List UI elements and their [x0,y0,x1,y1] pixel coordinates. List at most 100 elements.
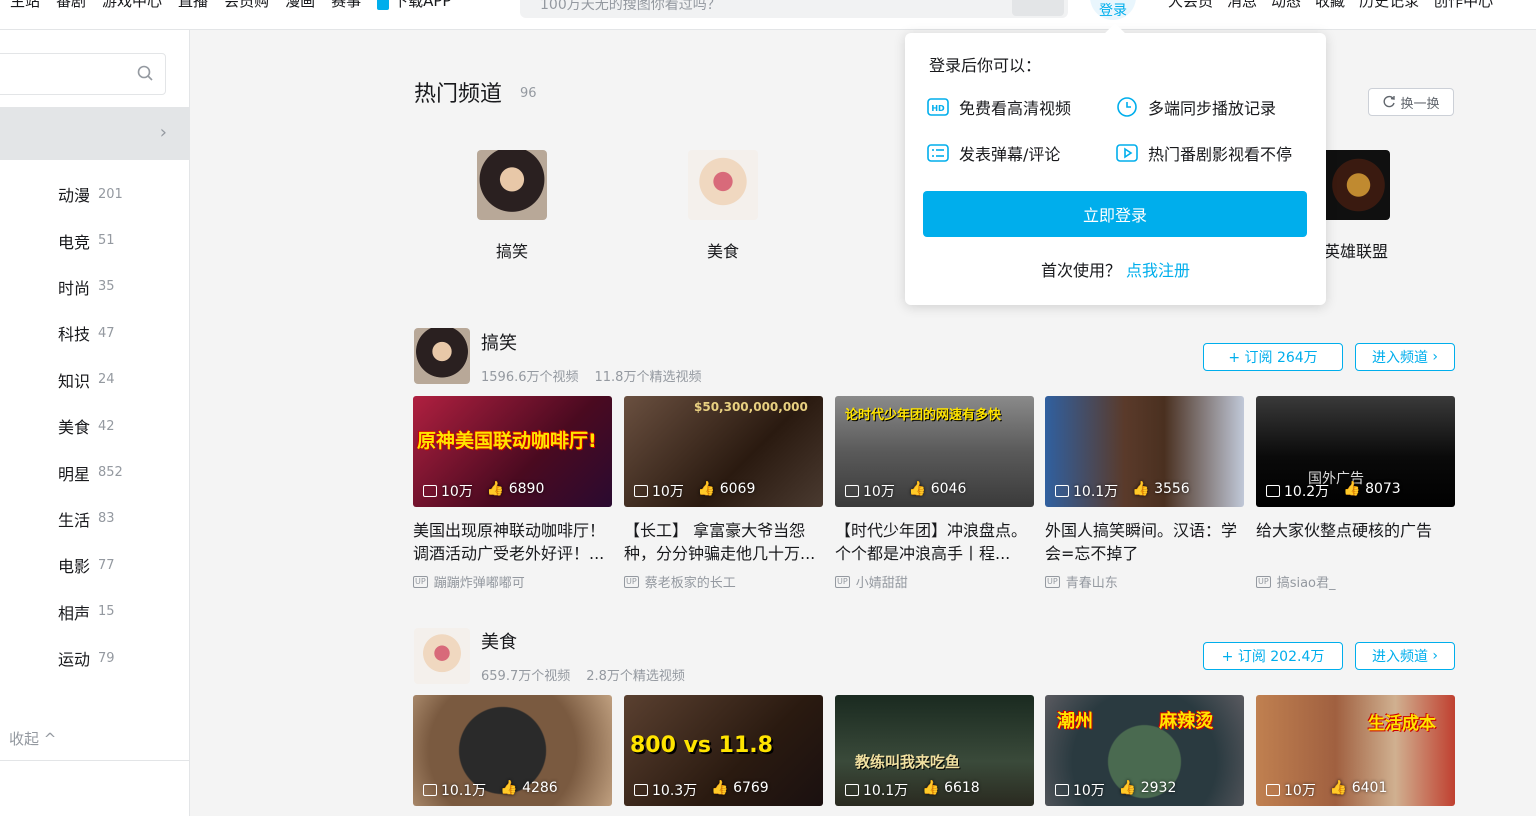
video-cover[interactable]: 国外广告 10.2万 👍 8073 [1256,396,1455,507]
sidebar-collapse-button[interactable]: 收起 ^ [9,728,56,749]
video-title[interactable]: 外国人搞笑瞬间。汉语：学会=忘不掉了 [1045,519,1244,565]
top-nav: 主站 番剧 游戏中心 直播 会员购 漫画 赛事 下载APP 100万天无的搜图你… [0,0,1536,30]
enter-channel-button[interactable]: 进入频道 › [1355,642,1455,670]
play-count-icon [423,784,437,796]
sidebar-item-stars[interactable]: 明星 852 [58,449,123,495]
up-icon: UP [624,575,639,588]
nav-item-manga[interactable]: 漫画 [285,0,315,11]
nav-item-main[interactable]: 主站 [10,0,40,11]
subscribe-button[interactable]: + 订阅 202.4万 [1203,642,1343,670]
sidebar-item-movie[interactable]: 电影 77 [58,542,123,588]
sidebar-item-anime[interactable]: 动漫 201 [58,171,123,217]
video-card[interactable]: 10.1万 👍 3556 外国人搞笑瞬间。汉语：学会=忘不掉了 UP 青春山东 [1045,396,1244,591]
video-title[interactable]: 美国出现原神联动咖啡厅！调酒活动广受老外好评！... [413,519,612,565]
video-cover[interactable]: 论时代少年团的网速有多快 10万 👍 6046 [835,396,1034,507]
register-prompt: 首次使用？ 点我注册 [1040,261,1191,280]
video-cover[interactable]: 潮州 麻辣烫 10万 👍 2932 [1045,695,1244,806]
sidebar-list: 动漫 201 电竞 51 时尚 35 科技 47 知识 24 美食 42 明星 852 生活 8… [58,171,123,681]
play-count-icon [1055,784,1069,796]
section-title[interactable]: 美食 [481,628,517,654]
enter-channel-button[interactable]: 进入频道 › [1355,343,1455,371]
sidebar-item-tech[interactable]: 科技 47 [58,310,123,356]
video-title[interactable]: 给大家伙整点硬核的广告 [1256,519,1455,565]
sidebar-item-food[interactable]: 美食 42 [58,403,123,449]
refresh-button[interactable]: 换一换 [1368,88,1454,116]
sidebar-search-input[interactable] [0,53,166,95]
section-meta: 659.7万个视频 2.8万个精选视频 [481,669,685,684]
video-stats: 10.3万 👍 6769 [634,780,769,800]
video-uploader[interactable]: UP 蔡老板家的长工 [624,572,823,591]
nav-item-game[interactable]: 游戏中心 [102,0,162,11]
search-icon[interactable] [137,65,153,81]
video-cover[interactable]: 10.1万 👍 3556 [1045,396,1244,507]
nav-item-match[interactable]: 赛事 [331,0,361,11]
up-icon: UP [835,575,850,588]
sidebar-item-sports[interactable]: 运动 79 [58,635,123,681]
video-uploader[interactable]: UP 青春山东 [1045,572,1244,591]
video-title[interactable]: 【长工】 拿富豪大爷当怨种，分分钟骗走他几十万... [624,519,823,565]
video-stats: 10万 👍 6046 [845,481,966,501]
nav-item-creator[interactable]: 创作中心 [1433,0,1493,11]
popup-title: 登录后你可以： [929,56,1042,75]
top-search-placeholder: 100万天无的搜图你看过吗？ [540,0,721,13]
nav-item-dynamics[interactable]: 动态 [1271,0,1301,11]
top-search-box[interactable]: 100万天无的搜图你看过吗？ [520,0,1068,18]
hot-channels-count: 96 [520,86,537,101]
section-title[interactable]: 搞笑 [481,329,517,355]
video-card[interactable]: 原神美国联动咖啡厅! 10万 👍 6890 美国出现原神联动咖啡厅！调酒活动广受老… [413,396,612,591]
video-cover[interactable]: 原神美国联动咖啡厅! 10万 👍 6890 [413,396,612,507]
top-nav-left: 主站 番剧 游戏中心 直播 会员购 漫画 赛事 下载APP [10,0,451,11]
hot-channel-food[interactable]: 美食 [673,150,773,262]
login-now-button[interactable]: 立即登录 [923,191,1307,237]
thumbs-up-icon: 👍 [1118,780,1137,796]
cover-text: 论时代少年团的网速有多快 [845,408,1002,423]
section-avatar[interactable] [414,328,470,384]
play-icon [1116,142,1138,164]
nav-item-download[interactable]: 下载APP [377,0,451,11]
sidebar-item-knowledge[interactable]: 知识 24 [58,357,123,403]
video-card[interactable]: 潮州 麻辣烫 10万 👍 2932 [1045,695,1244,806]
chevron-up-icon: ^ [43,730,57,748]
nav-item-live[interactable]: 直播 [178,0,208,11]
video-cover[interactable]: $50,300,000,000 10万 👍 6069 [624,396,823,507]
video-cover[interactable]: 10.1万 👍 4286 [413,695,612,806]
subscribe-button[interactable]: + 订阅 264万 [1203,343,1343,371]
sidebar-item-esports[interactable]: 电竞 51 [58,217,123,263]
video-uploader[interactable]: UP 搞siao君_ [1256,572,1455,591]
video-cover[interactable]: 教练叫我来吃鱼 10.1万 👍 6618 [835,695,1034,806]
play-count-icon [845,485,859,497]
top-search-button[interactable] [1012,0,1064,16]
video-card[interactable]: 800 vs 11.8 10.3万 👍 6769 [624,695,823,806]
video-card[interactable]: 论时代少年团的网速有多快 10万 👍 6046 【时代少年团】冲浪盘点。个个都是冲… [835,396,1034,591]
hot-channel-funny[interactable]: 搞笑 [462,150,562,262]
video-title[interactable]: 【时代少年团】冲浪盘点。个个都是冲浪高手丨程... [835,519,1034,565]
play-count-icon [1266,784,1280,796]
video-cover[interactable]: 800 vs 11.8 10.3万 👍 6769 [624,695,823,806]
video-uploader[interactable]: UP 小婧甜甜 [835,572,1034,591]
video-uploader[interactable]: UP 蹦蹦炸弹嘟嘟可 [413,572,612,591]
nav-item-history[interactable]: 历史记录 [1359,0,1419,11]
sidebar-item-crosstalk[interactable]: 相声 15 [58,589,123,635]
sidebar-item-active[interactable]: › [0,107,189,160]
section-avatar[interactable] [414,628,470,684]
register-link[interactable]: 点我注册 [1126,261,1190,280]
login-avatar-button[interactable]: 登录 [1090,0,1136,20]
video-cover[interactable]: 生活成本 10万 👍 6401 [1256,695,1455,806]
video-card[interactable]: $50,300,000,000 10万 👍 6069 【长工】 拿富豪大爷当怨种，… [624,396,823,591]
nav-item-favorites[interactable]: 收藏 [1315,0,1345,11]
thumbs-up-icon: 👍 [1343,481,1361,497]
video-stats: 10.1万 👍 4286 [423,780,558,800]
video-card[interactable]: 生活成本 10万 👍 6401 [1256,695,1455,806]
nav-item-mall[interactable]: 会员购 [224,0,269,11]
video-card[interactable]: 10.1万 👍 4286 [413,695,612,806]
nav-item-bangumi[interactable]: 番剧 [56,0,86,11]
video-card[interactable]: 国外广告 10.2万 👍 8073 给大家伙整点硬核的广告 UP 搞siao君_ [1256,396,1455,591]
nav-item-messages[interactable]: 消息 [1227,0,1257,11]
video-card[interactable]: 教练叫我来吃鱼 10.1万 👍 6618 [835,695,1034,806]
thumbs-up-icon: 👍 [486,481,505,497]
clock-icon [1116,96,1138,118]
refresh-icon [1384,95,1396,108]
nav-item-vip[interactable]: 大会员 [1168,0,1213,11]
sidebar-item-life[interactable]: 生活 83 [58,496,123,542]
sidebar-item-fashion[interactable]: 时尚 35 [58,264,123,310]
